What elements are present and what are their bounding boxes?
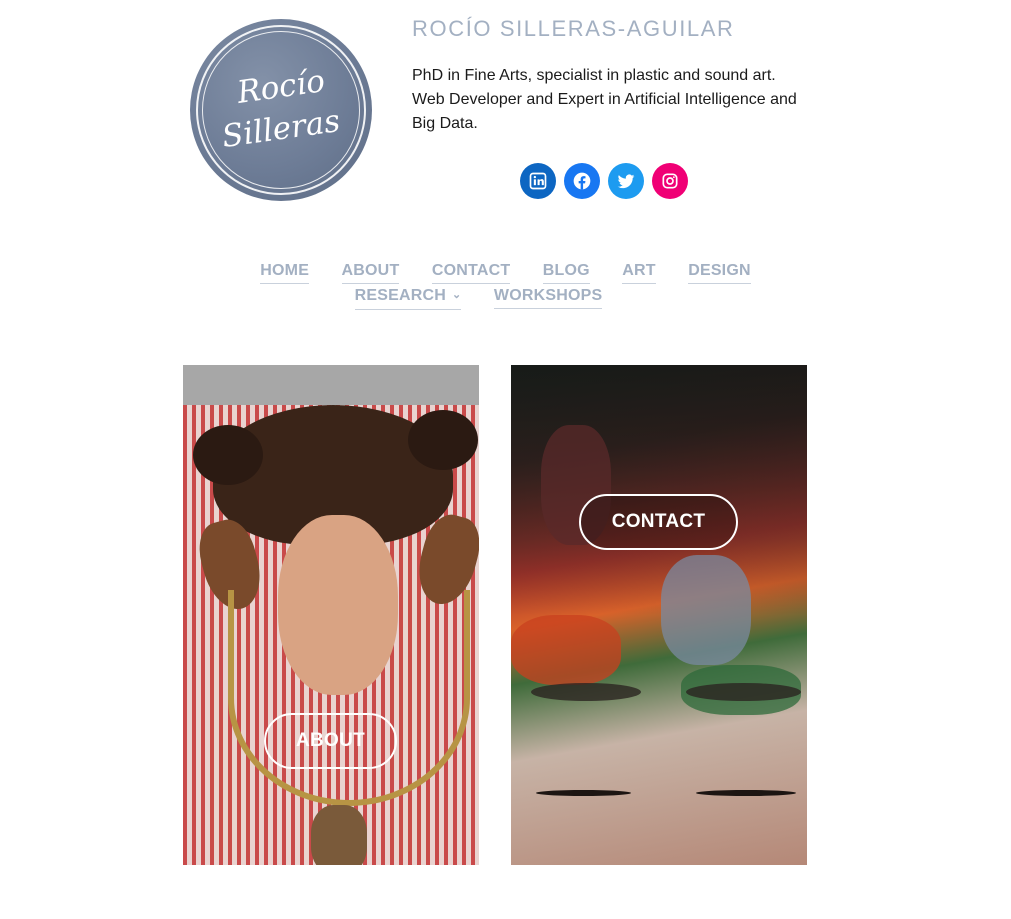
nav-about[interactable]: ABOUT <box>341 261 400 284</box>
nav-contact[interactable]: CONTACT <box>431 261 511 284</box>
twitter-link[interactable] <box>608 163 644 199</box>
instagram-icon <box>662 173 678 189</box>
instagram-link[interactable] <box>652 163 688 199</box>
photo-eyebrow-right <box>686 683 801 701</box>
facebook-link[interactable] <box>564 163 600 199</box>
contact-card[interactable]: CONTACT <box>511 365 807 865</box>
linkedin-link[interactable] <box>520 163 556 199</box>
contact-button[interactable]: CONTACT <box>579 494 738 550</box>
nav-research[interactable]: RESEARCH ⌄ <box>354 286 462 310</box>
nav-art[interactable]: ART <box>622 261 656 284</box>
photo-eyebrow-left <box>531 683 641 701</box>
paint-stroke <box>511 615 621 685</box>
photo-bun-left <box>193 425 263 485</box>
facebook-icon <box>573 172 591 190</box>
nav-design[interactable]: DESIGN <box>688 261 751 284</box>
twitter-icon <box>617 174 635 189</box>
chevron-down-icon: ⌄ <box>452 289 462 301</box>
about-button[interactable]: ABOUT <box>264 713 397 769</box>
site-logo[interactable]: Rocío Silleras <box>190 19 372 201</box>
site-title[interactable]: ROCÍO SILLERAS-AGUILAR <box>412 16 735 42</box>
nav-home[interactable]: HOME <box>260 261 310 284</box>
nav-research-label: RESEARCH <box>354 287 447 304</box>
photo-eyelash-right <box>696 790 796 796</box>
photo-bun-right <box>408 410 478 470</box>
primary-nav: HOME ABOUT CONTACT BLOG ART DESIGN <box>0 261 1011 284</box>
linkedin-icon <box>529 172 547 190</box>
paint-stroke <box>661 555 751 665</box>
about-card[interactable]: ABOUT <box>183 365 479 865</box>
photo-pendant <box>311 805 367 865</box>
nav-blog[interactable]: BLOG <box>542 261 590 284</box>
social-links <box>520 163 688 199</box>
nav-workshops[interactable]: WORKSHOPS <box>493 286 603 309</box>
site-tagline: PhD in Fine Arts, specialist in plastic … <box>412 67 797 132</box>
photo-eyelash-left <box>536 790 631 796</box>
primary-nav-row2: RESEARCH ⌄ WORKSHOPS <box>0 286 984 310</box>
photo-metal-necklace <box>228 590 470 806</box>
